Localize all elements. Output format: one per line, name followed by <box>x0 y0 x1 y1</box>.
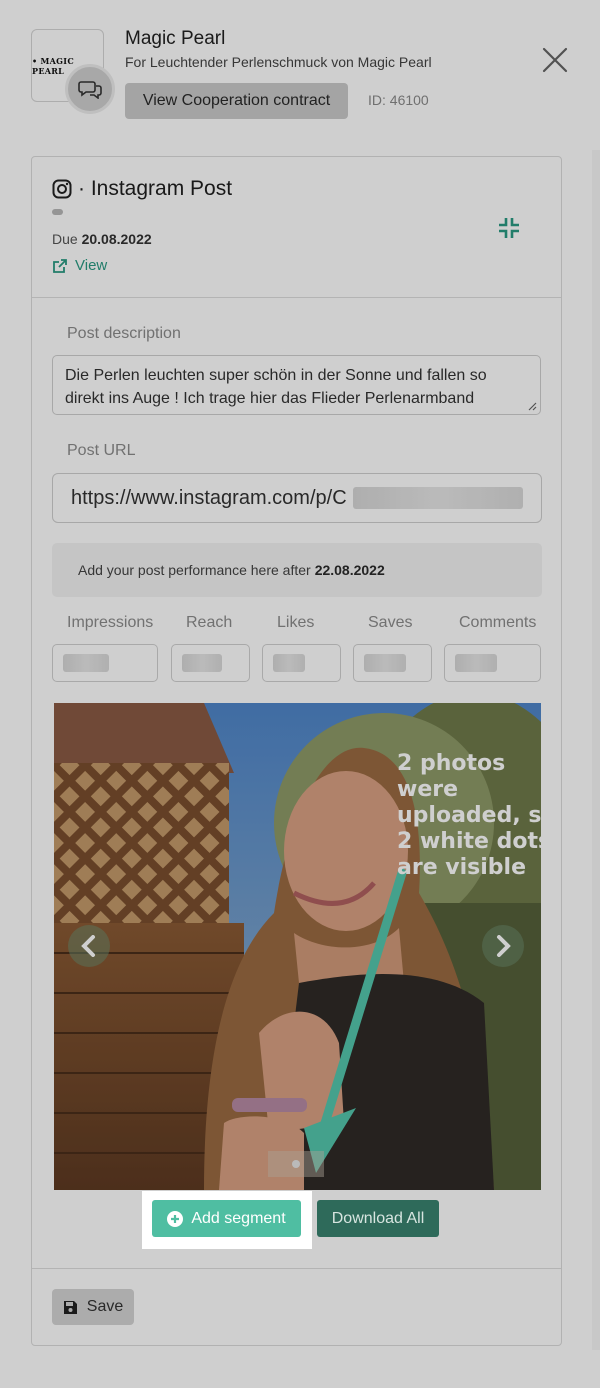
chat-icon <box>78 81 102 99</box>
chevron-left-icon <box>81 935 95 957</box>
brand-name: Magic Pearl <box>125 28 226 49</box>
carousel-indicators <box>268 1151 324 1177</box>
save-button[interactable]: Save <box>52 1289 134 1325</box>
resize-handle-icon[interactable] <box>527 401 537 411</box>
photo-carousel: 2 photos were uploaded, so 2 white dots … <box>54 703 541 1190</box>
metric-label-reach: Reach <box>186 614 233 631</box>
metric-label-impressions: Impressions <box>67 614 154 631</box>
due-date: Due 20.08.2022 <box>52 231 152 247</box>
plus-circle-icon <box>167 1210 184 1227</box>
annotation-text: 2 photos were uploaded, so 2 white dots … <box>397 751 541 880</box>
post-url-value: https://www.instagram.com/p/C <box>71 486 347 509</box>
add-segment-button[interactable]: Add segment <box>152 1200 301 1237</box>
likes-input[interactable] <box>262 644 341 682</box>
instagram-icon <box>52 179 72 199</box>
description-textarea[interactable]: Die Perlen leuchten super schön in der S… <box>52 355 541 415</box>
collapse-icon[interactable] <box>498 217 520 239</box>
chevron-right-icon <box>497 935 511 957</box>
impressions-input[interactable] <box>52 644 158 682</box>
view-post-link[interactable]: View <box>52 257 107 274</box>
comments-input[interactable] <box>444 644 541 682</box>
external-link-icon <box>53 258 67 273</box>
view-contract-button[interactable]: View Cooperation contract <box>125 83 348 119</box>
view-link-label: View <box>75 257 108 274</box>
download-all-button[interactable]: Download All <box>317 1200 439 1237</box>
description-line: direkt ins Auge ! Ich trage hier das Fli… <box>65 390 475 407</box>
page: • MAGIC PEARL Magic Pearl For Leuchtende… <box>0 0 600 1388</box>
saves-input[interactable] <box>353 644 432 682</box>
status-pill <box>52 209 63 215</box>
metric-label-likes: Likes <box>277 614 315 631</box>
url-label: Post URL <box>67 442 136 459</box>
carousel-dot-active[interactable] <box>292 1160 300 1168</box>
reach-input[interactable] <box>171 644 250 682</box>
carousel-next-button[interactable] <box>482 925 524 967</box>
performance-note-text: Add your post performance here after <box>78 562 311 578</box>
close-icon[interactable] <box>542 47 568 73</box>
post-card: · Instagram Post Due 20.08.2022 View Pos… <box>31 156 562 1346</box>
post-type-label: · Instagram Post <box>78 177 233 200</box>
description-line: Die Perlen leuchten super schön in der S… <box>65 367 487 384</box>
due-prefix: Due <box>52 231 78 247</box>
post-title: · Instagram Post <box>52 177 232 201</box>
chat-button[interactable] <box>65 64 115 114</box>
brand-subtitle: For Leuchtender Perlenschmuck von Magic … <box>125 54 432 70</box>
floppy-disk-icon <box>63 1300 77 1314</box>
metric-label-comments: Comments <box>459 614 537 631</box>
save-label: Save <box>86 1298 124 1315</box>
post-card-footer: Save <box>32 1268 561 1346</box>
campaign-id: ID: 46100 <box>368 92 429 108</box>
add-segment-label: Add segment <box>191 1209 286 1227</box>
due-date-value: 20.08.2022 <box>81 231 152 247</box>
metric-label-saves: Saves <box>368 614 413 631</box>
post-card-header: · Instagram Post Due 20.08.2022 View <box>32 157 561 298</box>
redacted-url <box>352 487 523 509</box>
performance-date: 22.08.2022 <box>314 562 385 578</box>
scrollbar[interactable] <box>592 150 600 1350</box>
description-label: Post description <box>67 325 181 342</box>
carousel-prev-button[interactable] <box>68 925 110 967</box>
post-url-input[interactable]: https://www.instagram.com/p/C <box>52 473 542 523</box>
performance-note: Add your post performance here after 22.… <box>52 543 542 597</box>
